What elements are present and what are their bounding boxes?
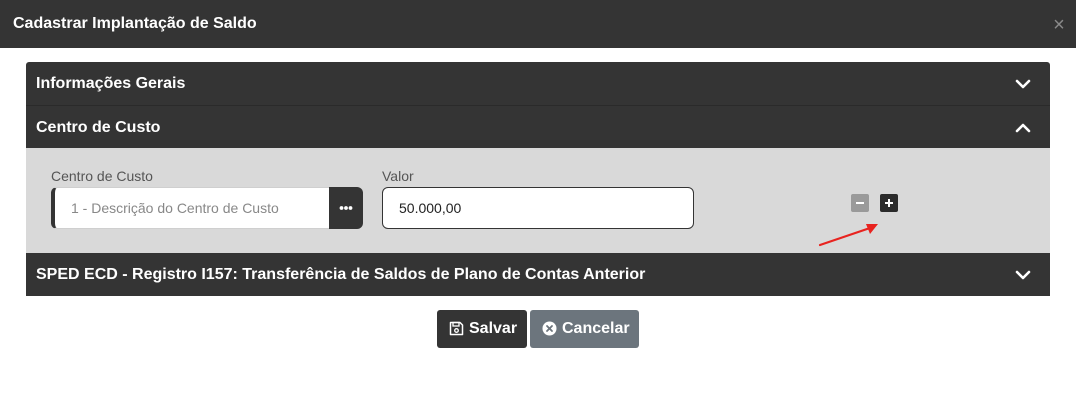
cancel-button-label: Cancelar (562, 320, 630, 337)
section-title: Centro de Custo (36, 119, 161, 136)
ellipsis-icon (339, 206, 353, 210)
chevron-down-icon (1015, 79, 1031, 89)
plus-icon (885, 199, 893, 207)
section-centro-de-custo-body: Centro de Custo 1 - Descrição do Centro … (26, 148, 1050, 253)
save-button-label: Salvar (469, 320, 518, 337)
chevron-down-icon (1015, 270, 1031, 280)
valor-label: Valor (382, 168, 414, 184)
section-informacoes-gerais-header[interactable]: Informações Gerais (26, 62, 1050, 105)
close-button[interactable]: × (1050, 14, 1068, 36)
centro-de-custo-lookup-button[interactable] (329, 187, 363, 229)
remove-row-button[interactable] (851, 194, 869, 212)
times-circle-icon (542, 321, 557, 336)
section-sped-ecd-header[interactable]: SPED ECD - Registro I157: Transferência … (26, 253, 1050, 296)
centro-de-custo-field-group: 1 - Descrição do Centro de Custo (51, 187, 363, 229)
section-title: Informações Gerais (36, 75, 186, 92)
cancel-button[interactable]: Cancelar (530, 310, 639, 348)
save-button[interactable]: Salvar (437, 310, 527, 348)
modal-title: Cadastrar Implantação de Saldo (13, 15, 257, 32)
section-title: SPED ECD - Registro I157: Transferência … (36, 266, 646, 283)
modal-dialog: Cadastrar Implantação de Saldo × Informa… (0, 0, 1076, 407)
valor-input[interactable]: 50.000,00 (382, 187, 694, 229)
close-icon: × (1053, 14, 1065, 36)
chevron-up-icon (1015, 123, 1031, 133)
minus-icon (856, 202, 864, 204)
add-row-button[interactable] (880, 194, 898, 212)
modal-header: Cadastrar Implantação de Saldo × (0, 0, 1076, 48)
floppy-disk-icon (449, 321, 464, 336)
centro-de-custo-input[interactable]: 1 - Descrição do Centro de Custo (51, 187, 331, 229)
accordion: Informações Gerais Centro de Custo Centr… (26, 62, 1050, 296)
section-centro-de-custo-header[interactable]: Centro de Custo (26, 105, 1050, 148)
annotation-arrow (818, 224, 878, 247)
centro-de-custo-label: Centro de Custo (51, 168, 153, 184)
